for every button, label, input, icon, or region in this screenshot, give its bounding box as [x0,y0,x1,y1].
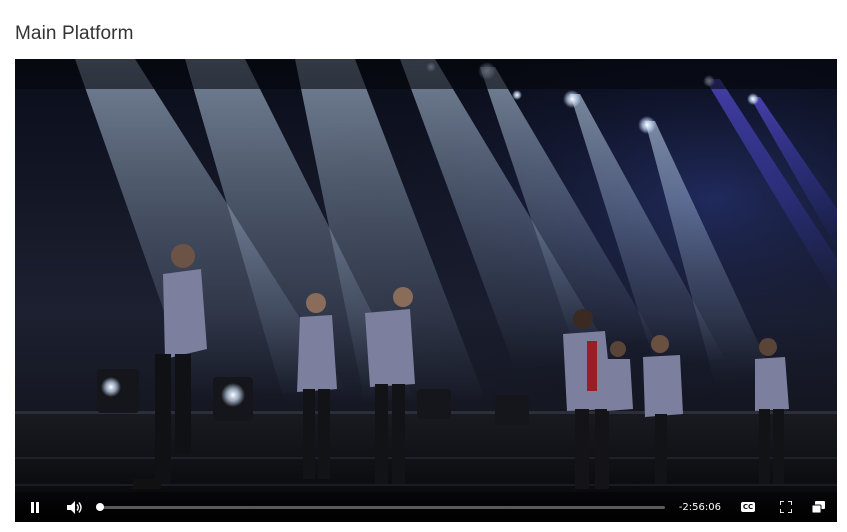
video-player[interactable]: -2:56:06 CC [15,59,837,522]
remaining-time: -2:56:06 [678,501,721,513]
captions-button[interactable]: CC [733,492,763,522]
pause-button[interactable] [20,492,50,522]
pause-icon [31,501,39,513]
player-controls: -2:56:06 CC [15,492,837,522]
volume-button[interactable] [60,492,90,522]
volume-icon [67,500,82,514]
fullscreen-icon [780,501,792,513]
seek-handle[interactable] [96,503,104,511]
closed-captions-icon: CC [741,502,755,512]
picture-in-picture-icon [811,501,825,513]
video-frame[interactable] [15,59,837,522]
picture-in-picture-button[interactable] [803,492,833,522]
seek-track [96,503,665,511]
page-title: Main Platform [15,22,134,44]
fullscreen-button[interactable] [771,492,801,522]
seek-bar[interactable] [96,492,665,522]
